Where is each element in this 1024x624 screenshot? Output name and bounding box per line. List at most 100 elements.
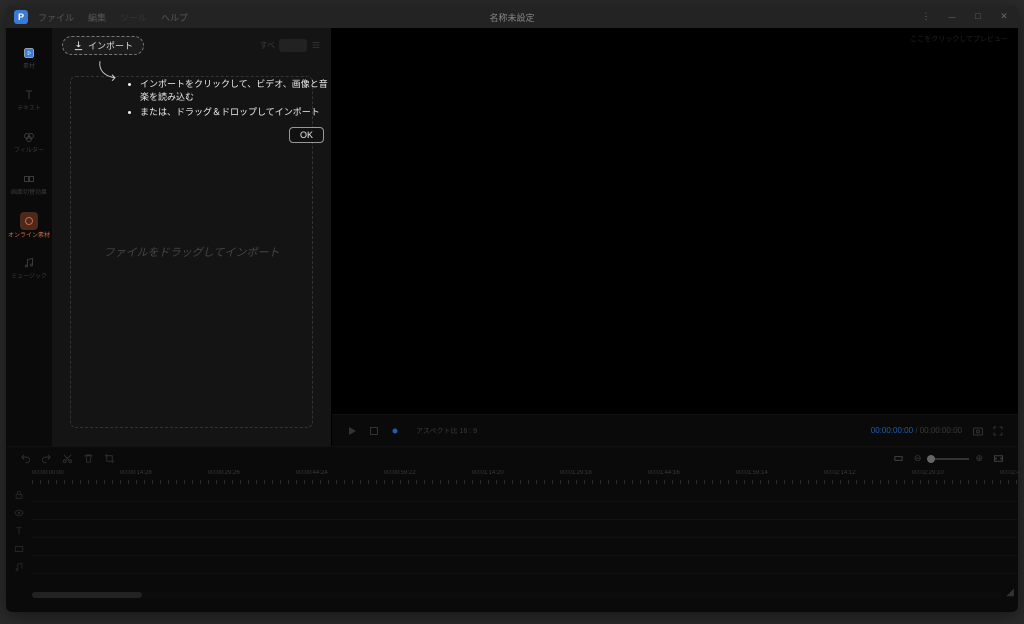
zoom-knob[interactable] (927, 455, 935, 463)
zoom-in-icon[interactable]: ⊕ (975, 453, 983, 464)
menu-tools[interactable]: ツール (120, 11, 147, 24)
rail-filter[interactable]: フィルター (6, 120, 52, 162)
rail-overlay[interactable]: 画面切替効果 (6, 162, 52, 204)
tooltip-ok-button[interactable]: OK (289, 127, 324, 143)
timeline-track[interactable] (32, 520, 1018, 538)
ruler-tick: 00:00:29:26 (208, 470, 240, 476)
track-lock-icon[interactable] (6, 486, 32, 504)
rail-media[interactable]: 素材 (6, 36, 52, 78)
left-tool-rail: 素材 テキスト フィルター 画面切替効果 オンライン素材 ミュージック (6, 28, 52, 446)
window-title: 名称未設定 (489, 11, 534, 24)
ruler-tick: 00:00:59:22 (384, 470, 416, 476)
rail-label: オンライン素材 (8, 233, 50, 239)
rail-online[interactable]: オンライン素材 (6, 204, 52, 246)
scrollbar-thumb[interactable] (32, 592, 142, 598)
rail-music[interactable]: ミュージック (6, 246, 52, 288)
dropzone-hint: ファイルをドラッグしてインポート (104, 244, 280, 260)
rail-text[interactable]: テキスト (6, 78, 52, 120)
sort-dropdown[interactable]: すべ (260, 39, 321, 52)
ruler-tick: 00:00:14:28 (120, 470, 152, 476)
main-body: 素材 テキスト フィルター 画面切替効果 オンライン素材 ミュージック (6, 28, 1018, 446)
crop-icon[interactable] (104, 453, 115, 464)
ruler-tick: 00:01:59:14 (736, 470, 768, 476)
cut-icon[interactable] (62, 453, 73, 464)
window-minimize-icon[interactable]: － (946, 11, 958, 24)
window-close-icon[interactable]: ✕ (998, 11, 1010, 24)
timecode: 00:00:00:00 / 00:00:00:00 (871, 426, 962, 435)
ruler-tick: 00:01:14:20 (472, 470, 504, 476)
zoom-slider[interactable]: ⊖ ⊕ (914, 453, 983, 464)
track-rows[interactable] (32, 484, 1018, 590)
menu-edit[interactable]: 編集 (88, 11, 106, 24)
timeline: 00:00:00:00 00:00:14:28 00:00:29:26 00:0… (6, 470, 1018, 600)
sort-label: すべ (260, 40, 275, 51)
music-icon (21, 255, 37, 271)
tc-total: 00:00:00:00 (920, 426, 962, 435)
list-view-icon[interactable] (311, 40, 321, 50)
import-label: インポート (88, 39, 133, 52)
ruler-tick: 00:01:29:18 (560, 470, 592, 476)
shrink-icon[interactable] (893, 453, 904, 464)
titlebar: P ファイル 編集 ツール ヘルプ 名称未設定 ⋮ － □ ✕ (6, 6, 1018, 28)
fullscreen-icon[interactable] (992, 425, 1004, 437)
rail-label: 素材 (23, 64, 35, 70)
import-icon (73, 40, 84, 51)
menu-help[interactable]: ヘルプ (161, 11, 188, 24)
undo-icon[interactable] (20, 453, 31, 464)
timeline-toolbar: ⊖ ⊕ (6, 446, 1018, 470)
redo-icon[interactable] (41, 453, 52, 464)
play-icon[interactable] (346, 425, 358, 437)
timeline-track[interactable] (32, 502, 1018, 520)
preview-canvas[interactable] (332, 28, 1018, 414)
preview-watermark: ここをクリックしてプレビュー (910, 34, 1008, 44)
ruler-tick: 00:00:00:00 (32, 470, 64, 476)
fit-icon[interactable] (993, 453, 1004, 464)
timeline-ruler[interactable]: 00:00:00:00 00:00:14:28 00:00:29:26 00:0… (6, 470, 1018, 484)
tc-current: 00:00:00:00 (871, 426, 913, 435)
zoom-out-icon[interactable]: ⊖ (914, 453, 922, 464)
text-icon (21, 87, 37, 103)
media-panel: インポート すべ ファイルをドラッグしてインポート インポートをクリックして (52, 28, 332, 446)
preview-panel: ここをクリックしてプレビュー アスペクト比 16 : 9 00:00:00:00… (332, 28, 1018, 446)
ruler-tick: 00:02:44:08 (1000, 470, 1018, 476)
rail-label: 画面切替効果 (11, 190, 47, 196)
filter-icon (21, 129, 37, 145)
aspect-label: アスペクト比 16 : 9 (416, 426, 477, 436)
app-window: P ファイル 編集 ツール ヘルプ 名称未設定 ⋮ － □ ✕ 素材 (6, 6, 1018, 612)
timeline-scrollbar[interactable] (32, 592, 1002, 598)
ruler-tick: 00:00:44:24 (296, 470, 328, 476)
track-head-column (6, 484, 32, 590)
ruler-tick: 00:02:29:10 (912, 470, 944, 476)
track-audio-icon[interactable] (6, 558, 32, 576)
folder-icon (21, 45, 37, 61)
transition-icon (21, 171, 37, 187)
app-logo-icon: P (14, 10, 28, 24)
rail-label: フィルター (14, 148, 44, 154)
snapshot-icon[interactable] (972, 425, 984, 437)
rail-label: ミュージック (11, 274, 47, 280)
timeline-track[interactable] (32, 538, 1018, 556)
ruler-tick: 00:02:14:12 (824, 470, 856, 476)
zoom-track[interactable] (927, 458, 969, 460)
resize-grip-icon[interactable]: ◢ (1006, 587, 1014, 598)
track-video-icon[interactable] (6, 540, 32, 558)
record-icon[interactable] (390, 426, 400, 436)
transport-bar: アスペクト比 16 : 9 00:00:00:00 / 00:00:00:00 (332, 414, 1018, 446)
online-icon (20, 212, 38, 230)
sort-pill (279, 39, 307, 52)
tooltip-line: または、ドラッグ＆ドロップしてインポート (140, 106, 330, 119)
track-text-icon[interactable] (6, 522, 32, 540)
track-eye-icon[interactable] (6, 504, 32, 522)
stop-icon[interactable] (368, 425, 380, 437)
window-maximize-icon[interactable]: □ (972, 11, 984, 24)
window-more-icon[interactable]: ⋮ (920, 11, 932, 24)
timeline-track[interactable] (32, 484, 1018, 502)
tooltip-line: インポートをクリックして、ビデオ、画像と音楽を読み込む (140, 78, 330, 103)
timeline-track[interactable] (32, 556, 1018, 574)
ruler-tick: 00:01:44:16 (648, 470, 680, 476)
import-button[interactable]: インポート (62, 36, 144, 55)
onboarding-tooltip: インポートをクリックして、ビデオ、画像と音楽を読み込む または、ドラッグ＆ドロッ… (80, 78, 330, 143)
menu-file[interactable]: ファイル (38, 11, 74, 24)
delete-icon[interactable] (83, 453, 94, 464)
rail-label: テキスト (17, 106, 41, 112)
